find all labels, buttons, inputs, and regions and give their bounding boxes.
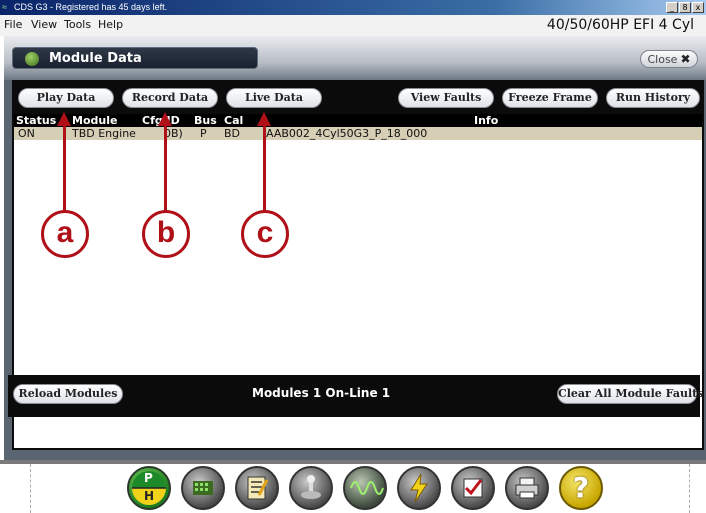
close-button[interactable]: Close ✖ [640,50,698,68]
checklist-icon [247,476,269,500]
record-data-button[interactable]: Record Data [122,88,218,108]
app-logo-icon: ≈ [2,2,7,12]
callout-a-line [63,124,66,214]
modules-online-status: Modules 1 On-Line 1 [252,386,391,400]
module-footer: Reload Modules Modules 1 On-Line 1 Clear… [8,375,703,417]
engine-grid-tool-button[interactable] [181,466,225,510]
ph-bottom-letter: H [144,489,155,503]
joystick-tool-button[interactable] [289,466,333,510]
joystick-icon [301,475,321,499]
waveform-tool-button[interactable] [343,466,387,510]
lightning-icon [410,473,428,503]
waveform-icon [350,481,384,495]
minimize-button[interactable]: _ [666,2,678,13]
table-row[interactable]: ON TBD Engine 0B) P BD AAB002_4Cyl50G3_P… [14,127,702,140]
table-header: Status Module Cfg ID Bus Cal Info [14,114,702,127]
col-bus-header[interactable]: Bus [194,114,217,127]
ph-tool-button[interactable]: P H [127,466,171,510]
row-cal: BD [224,127,241,140]
window-title: CDS G3 - Registered has 45 days left. [14,2,168,12]
play-data-button[interactable]: Play Data [18,88,114,108]
help-icon: ? [572,471,590,504]
live-data-button[interactable]: Live Data [226,88,322,108]
col-cal-header[interactable]: Cal [224,114,243,127]
module-leaf-icon [25,52,39,66]
module-header: Module Data Close ✖ [4,36,706,80]
menu-tools[interactable]: Tools [64,18,91,31]
row-bus: P [200,127,207,140]
callout-b-line [164,124,167,214]
close-icon: ✖ [680,52,691,66]
menu-file[interactable]: File [4,18,22,31]
checkbox-icon [463,478,483,498]
col-info-header[interactable]: Info [474,114,498,127]
checklist-tool-button[interactable] [235,466,279,510]
close-window-button[interactable]: x [692,2,704,13]
checkbox-tool-button[interactable] [451,466,495,510]
row-status: ON [18,127,35,140]
window-title-bar: ≈ CDS G3 - Registered has 45 days left. … [0,0,706,15]
reload-modules-button[interactable]: Reload Modules [13,384,123,404]
lightning-tool-button[interactable] [397,466,441,510]
help-tool-button[interactable]: ? [559,466,603,510]
menu-view[interactable]: View [31,18,57,31]
callout-c-line [263,124,266,214]
engine-grid-icon [193,481,213,495]
module-data-tab: Module Data [12,47,258,69]
row-module: TBD Engine [72,127,136,140]
callout-a: a [41,210,89,258]
col-module-header[interactable]: Module [72,114,117,127]
run-history-button[interactable]: Run History [606,88,700,108]
col-status-header[interactable]: Status [16,114,56,127]
callout-b: b [142,210,190,258]
row-cal-rest: AAB002_4Cyl50G3_P_18_000 [266,127,428,140]
printer-tool-button[interactable] [505,466,549,510]
view-faults-button[interactable]: View Faults [398,88,494,108]
menu-help[interactable]: Help [98,18,123,31]
restore-button[interactable]: 8 [679,2,691,13]
bottom-toolbar: P H ? [127,466,603,512]
clear-all-faults-button[interactable]: Clear All Module Faults [557,384,703,404]
callout-c: c [241,210,289,258]
module-data-title: Module Data [49,51,142,66]
ph-top-letter: P [144,471,153,485]
engine-model-label: 40/50/60HP EFI 4 Cyl [546,17,694,33]
menu-bar: File View Tools Help 40/50/60HP EFI 4 Cy… [0,15,706,36]
freeze-frame-button[interactable]: Freeze Frame [502,88,598,108]
close-label: Close [647,53,678,66]
printer-icon [515,477,539,499]
